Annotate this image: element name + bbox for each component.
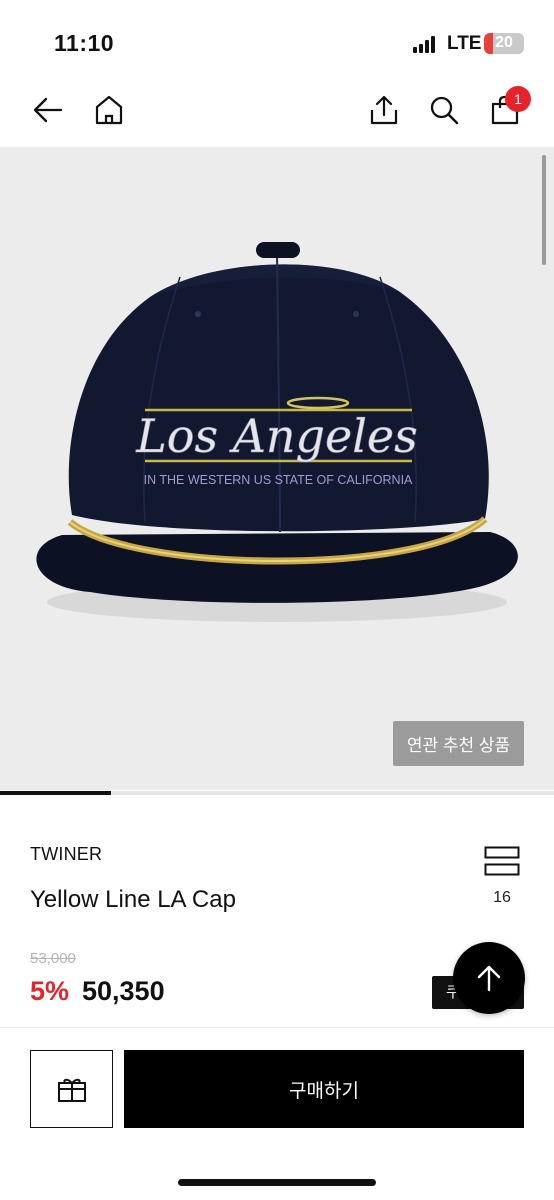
compare-button[interactable]: 16 (482, 846, 522, 907)
cart-badge: 1 (505, 86, 531, 112)
compare-icon (484, 846, 520, 876)
product-image-carousel[interactable]: Los Angeles IN THE WESTERN US STATE OF C… (0, 147, 554, 790)
arrow-up-icon (477, 965, 501, 992)
related-products-button[interactable]: 연관 추천 상품 (393, 721, 524, 766)
status-time: 11:10 (54, 30, 115, 56)
search-button[interactable] (424, 90, 464, 130)
scroll-top-button[interactable] (453, 942, 525, 1014)
brand-name[interactable]: TWINER (30, 844, 102, 865)
network-label: LTE (447, 33, 482, 54)
product-image: Los Angeles IN THE WESTERN US STATE OF C… (36, 242, 518, 622)
original-price: 53,000 (30, 950, 76, 967)
buy-button[interactable]: 구매하기 (124, 1050, 524, 1128)
signal-icon (413, 36, 439, 53)
sale-price: 50,350 (82, 976, 165, 1006)
carousel-progress (0, 791, 554, 795)
battery-level: 20 (495, 34, 513, 51)
home-icon (95, 95, 123, 125)
share-button[interactable] (364, 90, 404, 130)
compare-count: 16 (493, 889, 511, 906)
hat-embroidery-title: Los Angeles (135, 409, 418, 463)
carousel-progress-fill (0, 791, 111, 795)
top-nav (0, 76, 554, 146)
gift-icon (57, 1078, 86, 1102)
divider (0, 1027, 554, 1028)
scroll-indicator (542, 155, 546, 265)
discount-rate: 5% (30, 976, 70, 1006)
home-indicator (178, 1179, 376, 1186)
search-icon (430, 96, 459, 125)
gift-button[interactable] (30, 1050, 113, 1128)
share-icon (370, 95, 398, 125)
hat-embroidery-subtitle: IN THE WESTERN US STATE OF CALIFORNIA (144, 473, 413, 487)
status-bar: 11:10 LTE 20 (0, 0, 554, 76)
home-button[interactable] (89, 90, 129, 130)
back-arrow-icon (33, 97, 63, 123)
back-button[interactable] (28, 90, 68, 130)
battery-icon: 20 (484, 33, 524, 54)
product-name: Yellow Line LA Cap (30, 886, 236, 913)
